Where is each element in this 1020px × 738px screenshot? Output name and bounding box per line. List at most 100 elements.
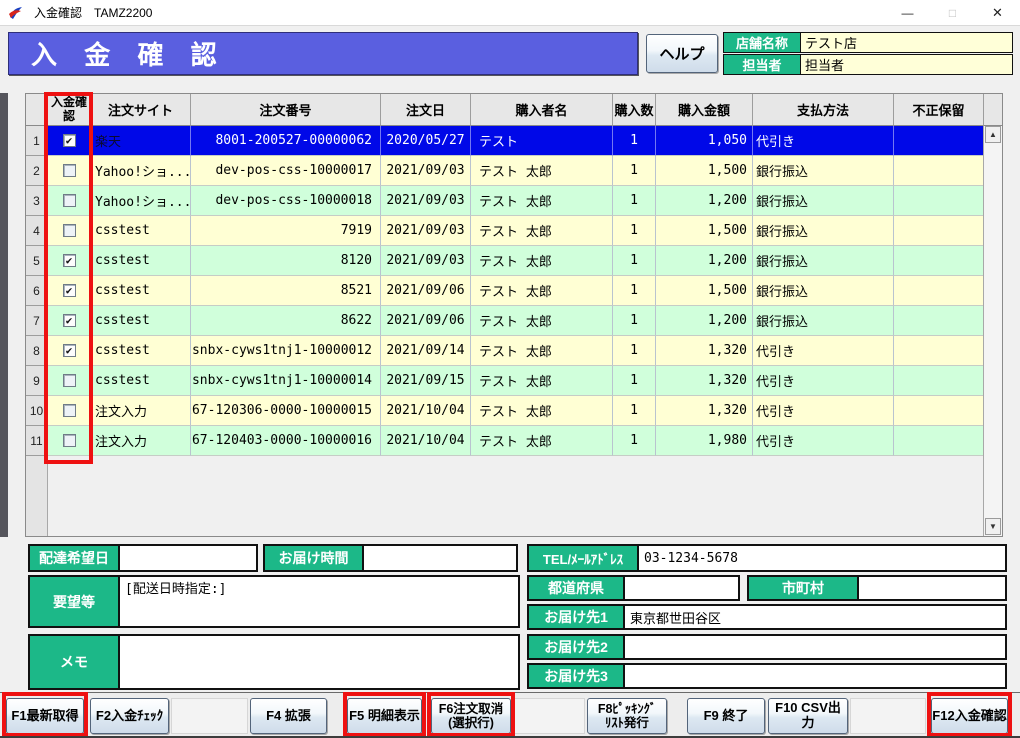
column-header-quantity[interactable]: 購入数 [613,94,656,126]
f2-payment-check-button[interactable]: F2入金ﾁｪｯｸ [90,698,169,734]
order-number-cell: 8622 [191,306,381,336]
payment-check-cell: ✔ [48,276,91,306]
row-number-cell[interactable]: 8 [26,336,48,366]
grid-row[interactable]: 2Yahoo!ショ...dev-pos-css-100000172021/09/… [26,156,1002,186]
delivery-time-field[interactable] [364,546,516,570]
column-header-fraud-hold[interactable]: 不正保留 [894,94,984,126]
address1-field[interactable]: 東京都世田谷区 [625,606,1005,628]
payment-confirm-checkbox[interactable] [63,374,76,387]
scroll-up-button[interactable]: ▲ [985,126,1001,143]
f6-cancel-order-button[interactable]: F6注文取消 (選択行) [431,698,511,734]
row-number-cell[interactable]: 9 [26,366,48,396]
grid-body-rows: 1✔楽天8001-200527-000000622020/05/27テスト11,… [26,126,1002,456]
address2-field[interactable] [625,636,1005,658]
f10-csv-export-button[interactable]: F10 CSV出力 [768,698,848,734]
address3-field[interactable] [625,665,1005,687]
f4-expand-button[interactable]: F4 拡張 [250,698,327,734]
buyer-name-cell: テスト 太郎 [471,366,613,396]
store-name-label: 店舗名称 [724,33,801,52]
grid-row[interactable]: 6✔csstest85212021/09/06テスト 太郎11,500銀行振込 [26,276,1002,306]
order-number-cell: snbx-cyws1tnj1-10000012 [191,336,381,366]
payment-confirm-checkbox[interactable] [63,164,76,177]
column-header-order-number[interactable]: 注文番号 [191,94,381,126]
row-number-cell[interactable]: 10 [26,396,48,426]
request-field[interactable]: [配送日時指定:] [120,577,518,626]
payment-check-cell [48,186,91,216]
grid-row[interactable]: 1✔楽天8001-200527-000000622020/05/27テスト11,… [26,126,1002,156]
column-header-amount[interactable]: 購入金額 [656,94,753,126]
help-button[interactable]: ヘルプ [646,34,718,73]
grid-row[interactable]: 11注文入力0167-120403-0000-100000162021/10/0… [26,426,1002,456]
address3-label: お届け先3 [529,665,625,687]
f6-label-line2: (選択行) [448,716,494,730]
window-controls: — □ ✕ [885,0,1020,26]
payment-confirm-checkbox[interactable]: ✔ [63,134,76,147]
fraud-hold-cell [894,426,984,456]
grid-row[interactable]: 5✔csstest81202021/09/03テスト 太郎11,200銀行振込 [26,246,1002,276]
f8-picking-list-button[interactable]: F8ﾋﾟｯｷﾝｸﾞ ﾘｽﾄ発行 [587,698,667,734]
order-date-cell: 2021/09/03 [381,246,471,276]
scroll-down-button[interactable]: ▼ [985,518,1001,535]
grid-row[interactable]: 8✔csstestsnbx-cyws1tnj1-100000122021/09/… [26,336,1002,366]
tel-mail-field[interactable]: 03-1234-5678 [639,546,1005,570]
grid-row[interactable]: 3Yahoo!ショ...dev-pos-css-100000182021/09/… [26,186,1002,216]
payment-method-cell: 代引き [753,336,894,366]
row-number-cell[interactable]: 1 [26,126,48,156]
order-date-cell: 2021/09/03 [381,186,471,216]
f9-exit-button[interactable]: F9 終了 [687,698,765,734]
request-label: 要望等 [30,577,120,626]
grid-row[interactable]: 7✔csstest86222021/09/06テスト 太郎11,200銀行振込 [26,306,1002,336]
order-date-cell: 2021/09/06 [381,306,471,336]
row-number-cell[interactable]: 11 [26,426,48,456]
payment-confirm-checkbox[interactable] [63,224,76,237]
address2-group: お届け先2 [527,634,1007,660]
payment-confirm-checkbox[interactable]: ✔ [63,344,76,357]
row-number-cell[interactable]: 5 [26,246,48,276]
grid-row[interactable]: 9csstestsnbx-cyws1tnj1-100000142021/09/1… [26,366,1002,396]
f3-empty-slot [171,698,248,734]
payment-check-cell: ✔ [48,126,91,156]
f12-label: F12入金確認 [932,709,1006,724]
row-number-cell[interactable]: 4 [26,216,48,246]
row-number-cell[interactable]: 2 [26,156,48,186]
payment-confirm-checkbox[interactable] [63,434,76,447]
column-header-order-site[interactable]: 注文サイト [91,94,191,126]
payment-confirm-checkbox[interactable]: ✔ [63,284,76,297]
maximize-button[interactable]: □ [930,0,975,26]
prefecture-group: 都道府県 [527,575,740,601]
close-button[interactable]: ✕ [975,0,1020,26]
city-field[interactable] [859,577,1005,599]
delivery-date-field[interactable] [120,546,256,570]
payment-confirm-checkbox[interactable] [63,404,76,417]
payment-confirm-checkbox[interactable] [63,194,76,207]
vertical-scrollbar[interactable]: ▲ ▼ [983,126,1002,536]
address3-group: お届け先3 [527,663,1007,689]
order-date-cell: 2021/10/04 [381,426,471,456]
f1-refresh-button[interactable]: F1最新取得 [6,698,84,734]
buyer-name-cell: テスト 太郎 [471,336,613,366]
prefecture-field[interactable] [625,577,738,599]
column-header-payment-method[interactable]: 支払方法 [753,94,894,126]
payment-confirm-checkbox[interactable]: ✔ [63,254,76,267]
grid-row[interactable]: 4csstest79192021/09/03テスト 太郎11,500銀行振込 [26,216,1002,246]
grid-corner-cell [26,94,48,126]
f12-payment-confirm-button[interactable]: F12入金確認 [931,698,1008,734]
minimize-button[interactable]: — [885,0,930,26]
row-number-cell[interactable]: 3 [26,186,48,216]
memo-field[interactable] [120,636,518,688]
column-header-buyer-name[interactable]: 購入者名 [471,94,613,126]
row-number-cell[interactable]: 7 [26,306,48,336]
memo-label: メモ [30,636,120,688]
row-number-cell[interactable]: 6 [26,276,48,306]
payment-confirm-checkbox[interactable]: ✔ [63,314,76,327]
f5-detail-view-button[interactable]: F5 明細表示 [347,698,422,734]
payment-method-cell: 銀行振込 [753,156,894,186]
order-site-cell: csstest [91,306,191,336]
order-site-cell: Yahoo!ショ... [91,156,191,186]
column-header-order-date[interactable]: 注文日 [381,94,471,126]
order-number-cell: 7919 [191,216,381,246]
payment-method-cell: 代引き [753,366,894,396]
quantity-cell: 1 [613,366,656,396]
column-header-payment-check[interactable]: 入金確認 [48,94,91,126]
grid-row[interactable]: 10注文入力0167-120306-0000-100000152021/10/0… [26,396,1002,426]
